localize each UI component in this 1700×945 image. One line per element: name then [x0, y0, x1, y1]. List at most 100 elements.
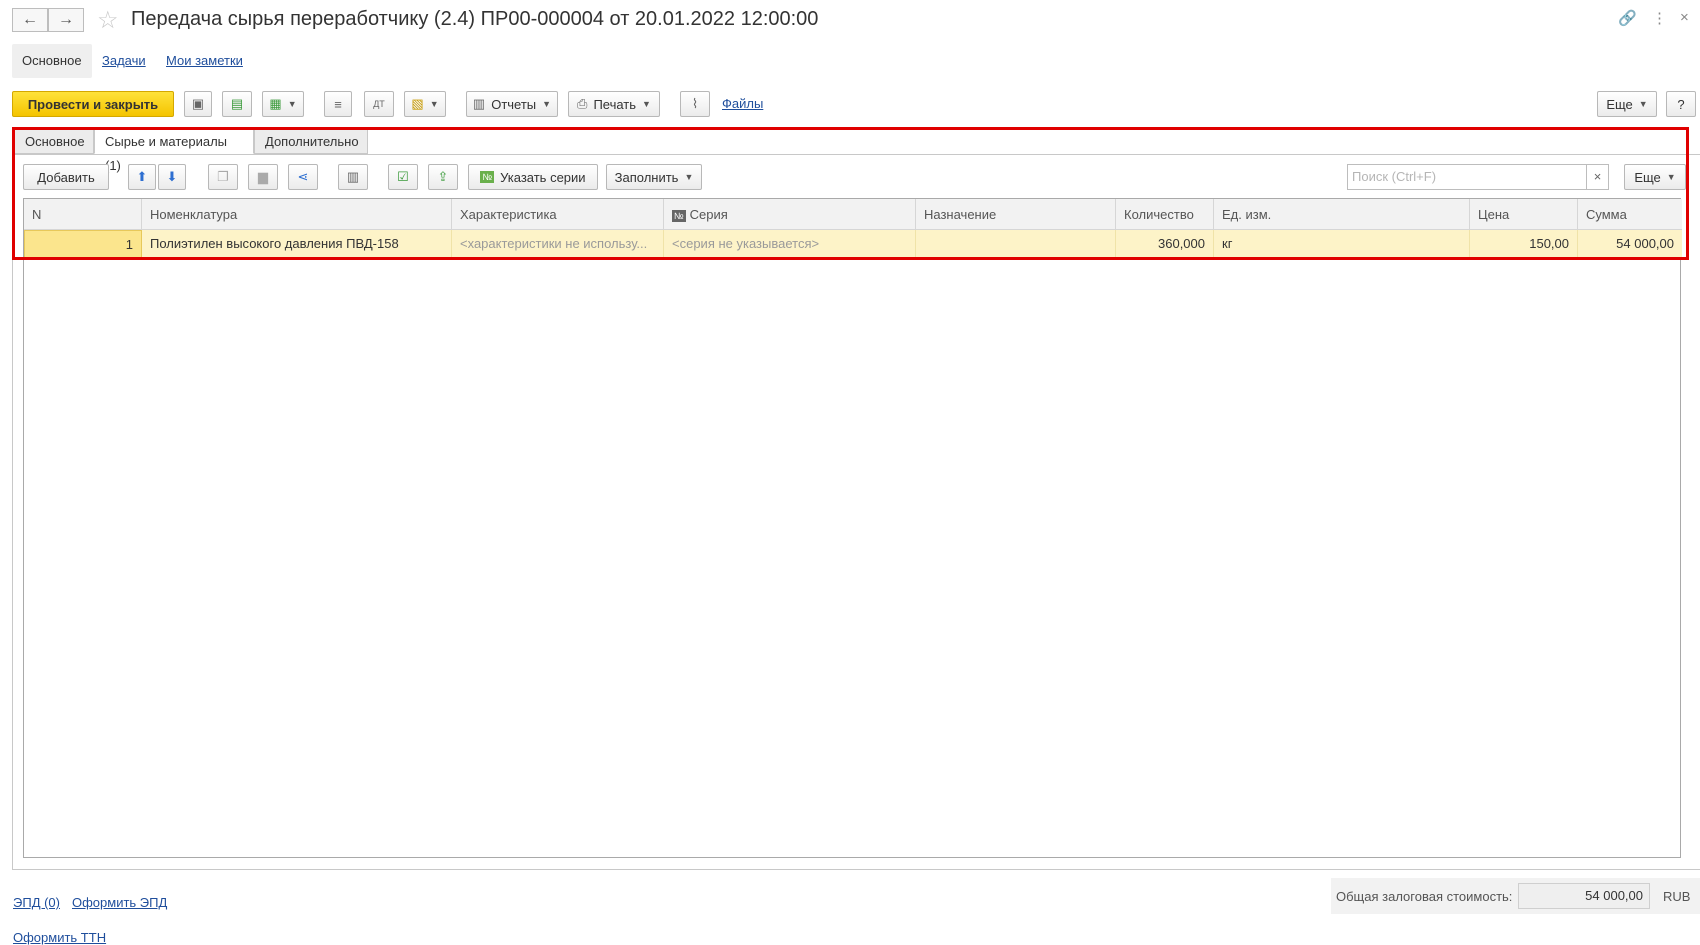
- column-header-characteristic[interactable]: Характеристика: [452, 199, 664, 230]
- print-label: Печать: [593, 96, 637, 112]
- materials-table[interactable]: N Номенклатура Характеристика № Серия Наз…: [23, 198, 1682, 858]
- copy-button[interactable]: ❐: [208, 164, 238, 190]
- barcode-icon: ▥: [346, 169, 360, 184]
- paperclip-icon: ⌇: [691, 96, 699, 111]
- dt-kt-icon: ДТ: [373, 99, 385, 109]
- chevron-down-icon: ▼: [642, 99, 651, 109]
- table-cell-quantity[interactable]: 360,000: [1116, 230, 1214, 258]
- journal-button[interactable]: ≡: [324, 91, 352, 117]
- reports-label: Отчеты: [491, 96, 537, 112]
- total-value-field: 54 000,00: [1518, 883, 1650, 909]
- search-clear-button[interactable]: ×: [1587, 164, 1609, 190]
- copy-icon: ❐: [217, 169, 229, 184]
- make-epd-link[interactable]: Оформить ЭПД: [72, 895, 167, 910]
- tab-divider: [12, 154, 1700, 155]
- column-header-series-label: Серия: [689, 207, 728, 222]
- form-tab-additional[interactable]: Дополнительно: [254, 129, 368, 154]
- nav-tab-notes[interactable]: Мои заметки: [156, 44, 253, 78]
- chevron-down-icon: ▼: [684, 172, 694, 182]
- menu-icon[interactable]: ⋮: [1652, 9, 1667, 27]
- table-cell-characteristic[interactable]: <характеристики не использу...: [452, 230, 664, 258]
- table-more-label: Еще: [1634, 169, 1661, 185]
- column-header-quantity[interactable]: Количество: [1116, 199, 1214, 230]
- save-button[interactable]: ▣: [184, 91, 212, 117]
- arrow-left-icon: ←: [22, 11, 38, 28]
- fill-button[interactable]: Заполнить ▼: [606, 164, 702, 190]
- related-docs-button[interactable]: ▧ ▼: [404, 91, 446, 117]
- chevron-down-icon: ▼: [1638, 99, 1648, 109]
- help-button[interactable]: ?: [1666, 91, 1696, 117]
- reports-icon: ▥: [472, 96, 486, 111]
- forward-button[interactable]: →: [48, 8, 84, 32]
- column-header-nomenclature[interactable]: Номенклатура: [142, 199, 452, 230]
- attach-button[interactable]: ⌇: [680, 91, 710, 117]
- post-document-icon: ▤: [230, 96, 244, 111]
- table-cell-n[interactable]: 1: [24, 230, 142, 258]
- nav-tab-tasks[interactable]: Задачи: [92, 44, 156, 78]
- select-icon: ☑: [397, 169, 409, 184]
- arrow-down-icon: ⬇: [166, 169, 178, 184]
- table-cell-sum[interactable]: 54 000,00: [1578, 230, 1682, 258]
- list-icon: ≡: [334, 96, 342, 112]
- barcode-button[interactable]: ▥: [338, 164, 368, 190]
- back-button[interactable]: ←: [12, 8, 48, 32]
- nav-tab-main[interactable]: Основное: [12, 44, 92, 78]
- save-icon: ▣: [191, 96, 205, 111]
- column-header-sum[interactable]: Сумма: [1578, 199, 1682, 230]
- select-button[interactable]: ☑: [388, 164, 418, 190]
- more-button[interactable]: Еще ▼: [1597, 91, 1657, 117]
- chevron-down-icon: ▼: [1666, 172, 1676, 182]
- post-button[interactable]: ▤: [222, 91, 252, 117]
- form-tab-main[interactable]: Основное: [14, 129, 94, 154]
- move-down-button[interactable]: ⬇: [158, 164, 186, 190]
- column-header-unit[interactable]: Ед. изм.: [1214, 199, 1470, 230]
- chevron-down-icon: ▼: [287, 99, 297, 109]
- make-ttn-link[interactable]: Оформить ТТН: [13, 930, 106, 945]
- more-label: Еще: [1606, 96, 1633, 112]
- add-row-button[interactable]: Добавить: [23, 164, 109, 190]
- series-icon: №: [480, 171, 495, 183]
- table-cell-unit[interactable]: кг: [1214, 230, 1470, 258]
- column-header-purpose[interactable]: Назначение: [916, 199, 1116, 230]
- arrow-right-icon: →: [58, 11, 74, 28]
- close-icon[interactable]: ×: [1680, 9, 1689, 26]
- split-button[interactable]: ⋖: [288, 164, 318, 190]
- load-button[interactable]: ⇪: [428, 164, 458, 190]
- series-icon: №: [672, 210, 686, 222]
- dt-kt-button[interactable]: ДТ: [364, 91, 394, 117]
- post-and-close-button[interactable]: Провести и закрыть: [12, 91, 174, 117]
- specify-series-button[interactable]: № Указать серии: [468, 164, 598, 190]
- favorite-star-icon[interactable]: ☆: [97, 6, 119, 35]
- files-link[interactable]: Файлы: [722, 96, 763, 111]
- print-button[interactable]: ⎙ Печать ▼: [568, 91, 660, 117]
- column-header-series[interactable]: № Серия: [664, 199, 916, 230]
- table-cell-price[interactable]: 150,00: [1470, 230, 1578, 258]
- fill-label: Заполнить: [614, 169, 679, 185]
- column-header-n[interactable]: N: [24, 199, 142, 230]
- printer-icon: ⎙: [577, 96, 588, 111]
- search-input[interactable]: Поиск (Ctrl+F): [1347, 164, 1587, 190]
- column-header-price[interactable]: Цена: [1470, 199, 1578, 230]
- arrow-up-icon: ⬆: [136, 169, 148, 184]
- epd-link[interactable]: ЭПД (0): [13, 895, 60, 910]
- create-based-on-button[interactable]: ▦ ▼: [262, 91, 304, 117]
- chevron-down-icon: ▼: [542, 99, 552, 109]
- link-icon[interactable]: 🔗: [1618, 9, 1637, 27]
- chevron-down-icon: ▼: [429, 99, 439, 109]
- table-cell-nomenclature[interactable]: Полиэтилен высокого давления ПВД-158: [142, 230, 452, 258]
- move-up-button[interactable]: ⬆: [128, 164, 156, 190]
- table-cell-purpose[interactable]: [916, 230, 1116, 258]
- total-label: Общая залоговая стоимость:: [1336, 889, 1513, 904]
- form-tab-materials[interactable]: Сырье и материалы (1): [94, 129, 254, 173]
- specify-series-label: Указать серии: [500, 169, 586, 185]
- table-more-button[interactable]: Еще ▼: [1624, 164, 1686, 190]
- load-icon: ⇪: [437, 169, 449, 184]
- related-docs-icon: ▧: [411, 96, 424, 111]
- paste-icon: ▆: [258, 169, 268, 184]
- table-cell-series[interactable]: <серия не указывается>: [664, 230, 916, 258]
- paste-button[interactable]: ▆: [248, 164, 278, 190]
- reports-button[interactable]: ▥ Отчеты ▼: [466, 91, 558, 117]
- split-icon: ⋖: [297, 169, 309, 184]
- page-title: Передача сырья переработчику (2.4) ПР00-…: [131, 8, 819, 30]
- create-based-icon: ▦: [269, 96, 282, 111]
